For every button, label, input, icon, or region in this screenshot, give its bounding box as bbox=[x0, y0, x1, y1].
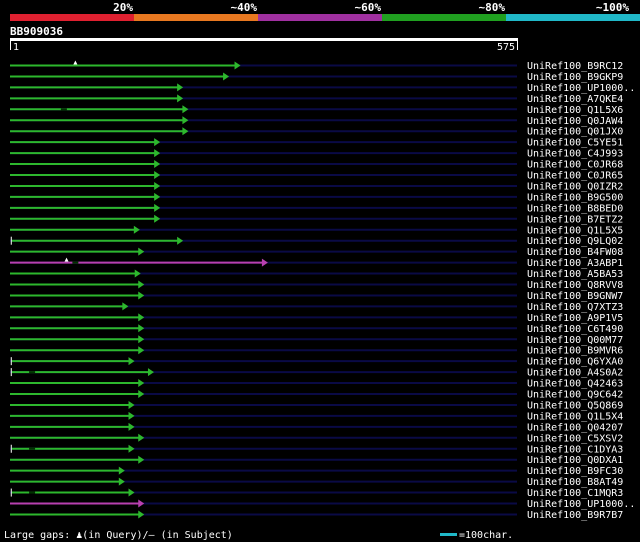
ruler-start-label: 1 bbox=[13, 42, 19, 53]
identity-scale-label: ~40% bbox=[231, 1, 258, 14]
hit-label[interactable]: UniRef100_Q0DXA1 bbox=[527, 455, 623, 466]
hit-label[interactable]: UniRef100_Q1L5X6 bbox=[527, 105, 623, 116]
identity-scale-label: 20% bbox=[113, 1, 133, 14]
identity-scale-segment-2 bbox=[134, 14, 258, 21]
hit-label[interactable]: UniRef100_B4FW08 bbox=[527, 247, 623, 258]
hit-label[interactable]: UniRef100_A7QKE4 bbox=[527, 94, 623, 105]
identity-scale-segment-4 bbox=[382, 14, 506, 21]
hit-label[interactable]: UniRef100_B9MVR6 bbox=[527, 346, 623, 357]
legend-subject-text: (in Subject) bbox=[155, 530, 233, 541]
hit-label[interactable]: UniRef100_B9G500 bbox=[527, 192, 623, 203]
query-name: BB909036 bbox=[10, 25, 63, 38]
hit-start-tick bbox=[10, 236, 12, 245]
hit-label[interactable]: UniRef100_UP1000.. bbox=[527, 499, 635, 510]
identity-scale-bar bbox=[10, 14, 640, 21]
hit-start-tick bbox=[10, 357, 12, 366]
hit-label[interactable]: UniRef100_B9RC12 bbox=[527, 61, 623, 72]
identity-scale-label: ~100% bbox=[596, 1, 629, 14]
hit-label[interactable]: UniRef100_C0JR65 bbox=[527, 171, 623, 182]
hit-label[interactable]: UniRef100_C1DYA3 bbox=[527, 444, 623, 455]
identity-scale-segment-5 bbox=[506, 14, 640, 21]
ruler-bar bbox=[10, 38, 518, 41]
hit-label[interactable]: UniRef100_C0JR68 bbox=[527, 160, 623, 171]
hit-label[interactable]: UniRef100_B9R7B7 bbox=[527, 510, 623, 521]
hit-label[interactable]: UniRef100_Q04207 bbox=[527, 422, 623, 433]
hit-label[interactable]: UniRef100_C1MQR3 bbox=[527, 488, 623, 499]
alignment-overview: 20% ~40% ~60% ~80% ~100% BB909036 1 575 UniR… bbox=[0, 0, 640, 542]
hit-label[interactable]: UniRef100_Q9LQ02 bbox=[527, 236, 623, 247]
hit-label[interactable]: UniRef100_B8BED0 bbox=[527, 203, 623, 214]
hit-label[interactable]: UniRef100_Q1L5X5 bbox=[527, 225, 623, 236]
hit-label[interactable]: UniRef100_Q1L5X4 bbox=[527, 411, 623, 422]
hit-label[interactable]: UniRef100_Q42463 bbox=[527, 379, 623, 390]
identity-scale-segment-1 bbox=[10, 14, 134, 21]
hit-label[interactable]: UniRef100_B9FC30 bbox=[527, 466, 623, 477]
identity-scale-segment-3 bbox=[258, 14, 382, 21]
hit-label[interactable]: UniRef100_Q6YXA0 bbox=[527, 357, 623, 368]
hit-label[interactable]: UniRef100_Q5Q869 bbox=[527, 400, 623, 411]
hit-label[interactable]: UniRef100_UP1000.. bbox=[527, 83, 635, 94]
hit-label[interactable]: UniRef100_A5BA53 bbox=[527, 269, 623, 280]
hit-label[interactable]: UniRef100_Q01JX0 bbox=[527, 127, 623, 138]
hit-label[interactable]: UniRef100_C5XSV2 bbox=[527, 433, 623, 444]
hit-label[interactable]: UniRef100_C5YE51 bbox=[527, 138, 623, 149]
hit-label[interactable]: UniRef100_A4S0A2 bbox=[527, 368, 623, 379]
hit-label[interactable]: UniRef100_B9GKP9 bbox=[527, 72, 623, 83]
legend-gaps-text: Large gaps: ♟(in Query)/– (in Subject) bbox=[4, 530, 233, 541]
hit-start-tick bbox=[10, 488, 12, 497]
hit-label[interactable]: UniRef100_B9GNW7 bbox=[527, 291, 623, 302]
legend-scale-text: =100char. bbox=[459, 530, 513, 541]
hit-start-tick bbox=[10, 368, 12, 377]
legend-query-text: (in Query)/ bbox=[82, 530, 148, 541]
legend-prefix: Large gaps: bbox=[4, 530, 76, 541]
hit-label[interactable]: UniRef100_C4J993 bbox=[527, 149, 623, 160]
hit-label[interactable]: UniRef100_C6T490 bbox=[527, 324, 623, 335]
ruler-end-label: 575 bbox=[497, 42, 515, 53]
hit-label[interactable]: UniRef100_B7ETZ2 bbox=[527, 214, 623, 225]
hit-label[interactable]: UniRef100_A3ABP1 bbox=[527, 258, 623, 269]
hit-label[interactable]: UniRef100_Q7XTZ3 bbox=[527, 302, 623, 313]
hit-label[interactable]: UniRef100_Q9C642 bbox=[527, 390, 623, 401]
hit-label[interactable]: UniRef100_Q8RVV8 bbox=[527, 280, 623, 291]
legend-scale-bar bbox=[440, 533, 457, 536]
hit-label[interactable]: UniRef100_Q00M77 bbox=[527, 335, 623, 346]
identity-scale-label: ~80% bbox=[479, 1, 506, 14]
hit-label[interactable]: UniRef100_Q0IZR2 bbox=[527, 181, 623, 192]
ruler-start-tick bbox=[10, 41, 11, 50]
hit-label[interactable]: UniRef100_B8AT49 bbox=[527, 477, 623, 488]
hit-label[interactable]: UniRef100_Q0JAW4 bbox=[527, 116, 623, 127]
hit-start-tick bbox=[10, 444, 12, 453]
ruler-end-tick bbox=[517, 41, 518, 50]
hit-label[interactable]: UniRef100_A9P1V5 bbox=[527, 313, 623, 324]
identity-scale-label: ~60% bbox=[355, 1, 382, 14]
